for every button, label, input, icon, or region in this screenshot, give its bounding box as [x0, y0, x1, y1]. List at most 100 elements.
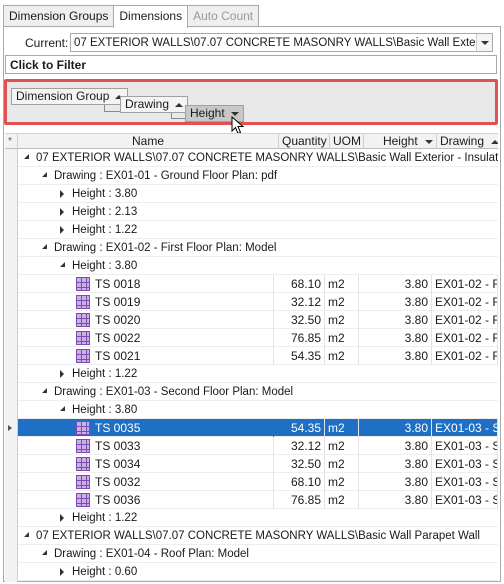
group-row[interactable]: Height : 3.80	[18, 185, 498, 203]
dimension-item-icon	[76, 313, 90, 327]
collapse-icon[interactable]	[42, 550, 47, 555]
header-indicator-cell: *	[5, 134, 18, 149]
dimension-item-icon	[76, 331, 90, 345]
current-dropdown-button[interactable]	[476, 34, 492, 51]
table-row[interactable]: TS 0018 68.10 m2 3.80 EX01-02 - F	[18, 275, 498, 293]
group-row-label: Drawing : EX01-02 - First Floor Plan: Mo…	[54, 242, 277, 254]
dimension-item-icon	[76, 439, 90, 453]
collapse-icon[interactable]	[42, 388, 47, 393]
tab-dimensions[interactable]: Dimensions	[113, 5, 189, 28]
cell-height: 3.80	[359, 311, 432, 329]
table-row[interactable]: TS 0036 76.85 m2 3.80 EX01-03 - S	[18, 491, 498, 509]
group-row-label: Drawing : EX01-01 - Ground Floor Plan: p…	[54, 170, 278, 182]
dimension-item-icon	[76, 475, 90, 489]
group-row[interactable]: Drawing : EX01-01 - Ground Floor Plan: p…	[18, 167, 498, 185]
cell-uom: m2	[325, 293, 359, 311]
cell-drawing: EX01-02 - F	[432, 311, 498, 329]
group-chip-drawing[interactable]: Drawing	[120, 96, 189, 113]
tab-strip: Dimension Groups Dimensions Auto Count	[3, 5, 260, 28]
expand-icon[interactable]	[60, 514, 64, 522]
filter-bar[interactable]: Click to Filter	[5, 55, 497, 74]
cell-quantity: 76.85	[274, 329, 325, 347]
group-row[interactable]: Drawing : EX01-02 - First Floor Plan: Mo…	[18, 239, 498, 257]
group-chip-dimension-group[interactable]: Dimension Group	[11, 88, 129, 105]
cell-name: TS 0018	[92, 275, 274, 293]
cell-quantity: 54.35	[274, 347, 325, 365]
group-row[interactable]: 07 EXTERIOR WALLS\07.07 CONCRETE MASONRY…	[18, 149, 498, 167]
expand-icon[interactable]	[60, 190, 64, 198]
column-header-label: Drawing	[440, 134, 485, 148]
column-header-uom[interactable]: UOM	[330, 134, 364, 149]
cell-height: 3.80	[359, 329, 432, 347]
group-chip-label: Dimension Group	[16, 89, 110, 103]
expand-icon[interactable]	[60, 568, 64, 576]
cell-height: 3.80	[359, 419, 432, 437]
cell-name: TS 0020	[92, 311, 274, 329]
cell-height: 3.80	[359, 347, 432, 365]
dimension-item-icon	[76, 295, 90, 309]
group-chip-label: Drawing	[125, 97, 170, 111]
table-row[interactable]: TS 0020 32.50 m2 3.80 EX01-02 - F	[18, 311, 498, 329]
expand-icon[interactable]	[60, 226, 64, 234]
group-row-label: Height : 1.22	[72, 368, 138, 380]
group-row[interactable]: 07 EXTERIOR WALLS\07.07 CONCRETE MASONRY…	[18, 527, 498, 545]
column-header-name[interactable]: Name	[18, 134, 279, 149]
column-header-label: Height	[382, 134, 418, 148]
cell-quantity: 32.50	[274, 455, 325, 473]
table-row[interactable]: TS 0032 68.10 m2 3.80 EX01-03 - S	[18, 473, 498, 491]
collapse-icon[interactable]	[24, 154, 29, 159]
group-row[interactable]: Height : 3.80	[18, 401, 498, 419]
group-row[interactable]: Height : 1.22	[18, 365, 498, 383]
group-row[interactable]: Drawing : EX01-04 - Roof Plan: Model	[18, 545, 498, 563]
column-header-height[interactable]: Height	[364, 134, 437, 149]
collapse-icon[interactable]	[60, 406, 65, 411]
group-row-label: Height : 2.13	[72, 206, 138, 218]
group-row[interactable]: Drawing : EX01-03 - Second Floor Plan: M…	[18, 383, 498, 401]
cell-quantity: 32.12	[274, 437, 325, 455]
table-row[interactable]: TS 0034 32.50 m2 3.80 EX01-03 - S	[18, 455, 498, 473]
group-row[interactable]: Height : 1.22	[18, 221, 498, 239]
table-row[interactable]: TS 0035 54.35 m2 3.80 EX01-03 - S	[18, 419, 498, 437]
column-header-drawing[interactable]: Drawing	[437, 134, 498, 149]
cell-quantity: 68.10	[274, 473, 325, 491]
sort-descending-icon	[230, 111, 239, 116]
cell-uom: m2	[325, 455, 359, 473]
sort-ascending-icon	[491, 139, 498, 144]
group-row[interactable]: Height : 3.80	[18, 257, 498, 275]
table-row[interactable]: TS 0021 54.35 m2 3.80 EX01-02 - F	[18, 347, 498, 365]
current-dimension-group-select[interactable]: 07 EXTERIOR WALLS\07.07 CONCRETE MASONRY…	[70, 33, 493, 52]
group-row-label: Height : 0.60	[72, 566, 138, 578]
cell-height: 3.80	[359, 275, 432, 293]
dimension-item-icon	[76, 421, 90, 435]
cell-drawing: EX01-03 - S	[432, 455, 498, 473]
collapse-icon[interactable]	[60, 262, 65, 267]
cell-name: TS 0032	[92, 473, 274, 491]
expand-icon[interactable]	[60, 208, 64, 216]
tab-dimension-groups[interactable]: Dimension Groups	[3, 5, 115, 27]
group-row[interactable]: Height : 1.22	[18, 509, 498, 527]
cell-uom: m2	[325, 311, 359, 329]
cell-height: 3.80	[359, 437, 432, 455]
cell-height: 3.80	[359, 491, 432, 509]
collapse-icon[interactable]	[42, 172, 47, 177]
group-row-label: 07 EXTERIOR WALLS\07.07 CONCRETE MASONRY…	[36, 530, 480, 542]
group-row-label: 07 EXTERIOR WALLS\07.07 CONCRETE MASONRY…	[36, 152, 498, 164]
cell-height: 3.80	[359, 293, 432, 311]
group-connector	[104, 105, 120, 112]
table-row[interactable]: TS 0019 32.12 m2 3.80 EX01-02 - F	[18, 293, 498, 311]
collapse-icon[interactable]	[24, 532, 29, 537]
cell-quantity: 32.12	[274, 293, 325, 311]
group-row[interactable]: Height : 0.60	[18, 563, 498, 581]
table-row[interactable]: TS 0033 32.12 m2 3.80 EX01-03 - S	[18, 437, 498, 455]
table-row[interactable]: TS 0022 76.85 m2 3.80 EX01-02 - F	[18, 329, 498, 347]
cell-height: 3.80	[359, 455, 432, 473]
column-header-quantity[interactable]: Quantity	[279, 134, 330, 149]
tab-auto-count[interactable]: Auto Count	[187, 5, 260, 27]
group-chip-label: Height	[190, 106, 225, 120]
group-connector	[171, 113, 185, 119]
group-row[interactable]: Height : 2.13	[18, 203, 498, 221]
group-row-label: Drawing : EX01-04 - Roof Plan: Model	[54, 548, 249, 560]
collapse-icon[interactable]	[42, 244, 47, 249]
cell-uom: m2	[325, 491, 359, 509]
expand-icon[interactable]	[60, 370, 64, 378]
